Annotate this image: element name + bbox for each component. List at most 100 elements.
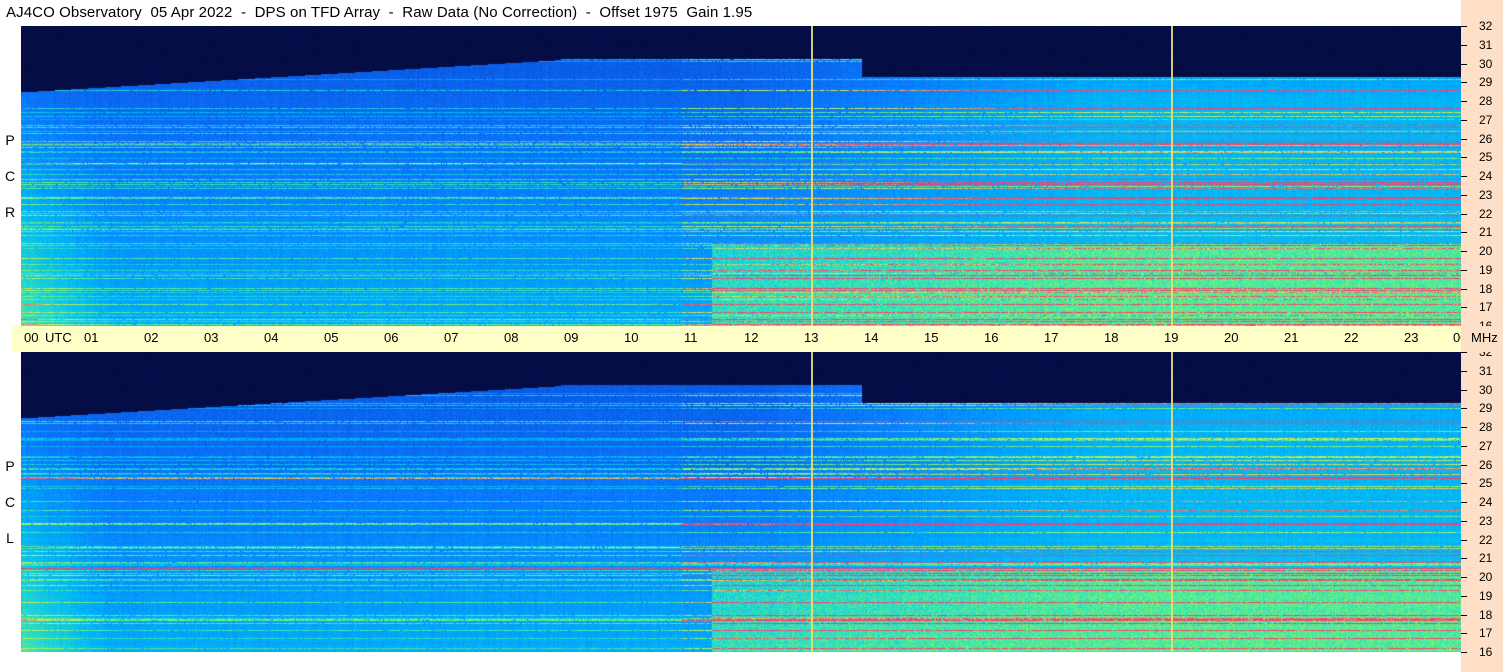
freq-tick-mark bbox=[1461, 427, 1467, 428]
lcp-side-label: P C L bbox=[0, 448, 20, 556]
freq-tick-label: 19 bbox=[1479, 588, 1493, 603]
freq-tick-mark bbox=[1461, 288, 1467, 290]
time-tick-label: 06 bbox=[384, 330, 399, 345]
lcp-spectrogram bbox=[21, 352, 1461, 652]
freq-tick-label: 22 bbox=[1479, 206, 1493, 221]
rcp-side-label: P C R bbox=[0, 122, 20, 230]
time-tick-label: 22 bbox=[1344, 330, 1359, 345]
freq-tick-label: 29 bbox=[1479, 75, 1493, 90]
time-tick-label: 07 bbox=[444, 330, 459, 345]
time-axis: 00 01 02 03 04 05 06 07 08 09 10 11 12 13 14 15 16 17 18 19… bbox=[12, 326, 1467, 352]
freq-tick-mark bbox=[1461, 26, 1467, 27]
freq-tick-mark bbox=[1461, 464, 1467, 466]
freq-tick-mark bbox=[1461, 558, 1467, 560]
rcp-letter-r: R bbox=[4, 204, 16, 220]
freq-tick-label: 25 bbox=[1479, 150, 1493, 165]
freq-tick-label: 30 bbox=[1479, 56, 1493, 71]
freq-tick-mark bbox=[1461, 63, 1467, 65]
time-tick-label: 12 bbox=[744, 330, 759, 345]
freq-tick-label: 26 bbox=[1479, 457, 1493, 472]
rcp-frequency-axis: 3231302928272625242322212019181716 bbox=[1461, 0, 1503, 332]
marker-line bbox=[1171, 26, 1174, 326]
freq-tick-mark bbox=[1461, 176, 1467, 177]
freq-tick-mark bbox=[1461, 157, 1467, 159]
freq-tick-label: 20 bbox=[1479, 570, 1493, 584]
freq-tick-mark bbox=[1461, 101, 1467, 102]
time-tick-label: 03 bbox=[204, 330, 219, 345]
freq-tick-label: 16 bbox=[1479, 645, 1493, 659]
freq-tick-label: 23 bbox=[1479, 513, 1493, 528]
time-tick-label: 13 bbox=[804, 330, 819, 345]
freq-tick-label: 30 bbox=[1479, 382, 1493, 397]
time-tick-label: 10 bbox=[624, 330, 639, 345]
freq-tick-label: 32 bbox=[1479, 19, 1493, 33]
freq-tick-mark bbox=[1461, 483, 1467, 485]
time-tick-label: 17 bbox=[1044, 330, 1059, 345]
rcp-spectrogram bbox=[21, 26, 1461, 326]
freq-tick-label: 18 bbox=[1479, 607, 1493, 622]
lcp-letter-l: L bbox=[6, 530, 14, 546]
freq-tick-mark bbox=[1461, 652, 1467, 653]
freq-tick-mark bbox=[1461, 595, 1467, 597]
time-tick-label: 20 bbox=[1224, 330, 1239, 345]
freq-tick-label: 20 bbox=[1479, 244, 1493, 258]
time-tick-label: 09 bbox=[564, 330, 579, 345]
rcp-letter-c: C bbox=[4, 168, 16, 184]
freq-tick-label: 21 bbox=[1479, 225, 1493, 240]
freq-tick-mark bbox=[1461, 520, 1467, 522]
freq-tick-label: 25 bbox=[1479, 476, 1493, 491]
freq-tick-mark bbox=[1461, 539, 1467, 541]
freq-tick-mark bbox=[1461, 269, 1467, 271]
freq-tick-label: 24 bbox=[1479, 495, 1493, 509]
freq-tick-mark bbox=[1461, 633, 1467, 635]
time-tick-label: 18 bbox=[1104, 330, 1119, 345]
time-tick-label: 16 bbox=[984, 330, 999, 345]
freq-tick-label: 17 bbox=[1479, 626, 1493, 641]
time-tick-label: 11 bbox=[684, 330, 698, 345]
freq-tick-label: 23 bbox=[1479, 187, 1493, 202]
freq-tick-label: 24 bbox=[1479, 169, 1493, 183]
time-tick-label: 02 bbox=[144, 330, 159, 345]
freq-tick-mark bbox=[1461, 119, 1467, 121]
freq-tick-mark bbox=[1461, 577, 1467, 578]
freq-tick-label: 18 bbox=[1479, 281, 1493, 296]
time-tick-label: 00 bbox=[24, 330, 39, 345]
utc-unit-label: UTC bbox=[45, 330, 72, 345]
time-tick-label: 21 bbox=[1284, 330, 1299, 345]
freq-tick-label: 28 bbox=[1479, 94, 1493, 108]
freq-tick-mark bbox=[1461, 307, 1467, 309]
freq-tick-label: 22 bbox=[1479, 532, 1493, 547]
lcp-frequency-axis: 32 31 30 29 28 27 26 25 24 23 22 21 20 19 18 17 16 bbox=[1461, 346, 1503, 672]
lcp-letter-p: P bbox=[5, 458, 15, 474]
freq-tick-mark bbox=[1461, 138, 1467, 140]
freq-tick-mark bbox=[1461, 44, 1467, 46]
time-tick-label: 15 bbox=[924, 330, 939, 345]
freq-tick-mark bbox=[1461, 370, 1467, 372]
freq-tick-label: 31 bbox=[1479, 363, 1493, 378]
freq-tick-label: 29 bbox=[1479, 401, 1493, 416]
time-tick-label: 01 bbox=[84, 330, 99, 345]
time-tick-label: 23 bbox=[1404, 330, 1419, 345]
marker-line bbox=[1171, 352, 1174, 652]
chart-title: AJ4CO Observatory 05 Apr 2022 - DPS on T… bbox=[6, 4, 753, 21]
time-tick-label: 08 bbox=[504, 330, 519, 345]
freq-tick-mark bbox=[1461, 251, 1467, 252]
freq-tick-mark bbox=[1461, 213, 1467, 215]
freq-tick-label: 31 bbox=[1479, 37, 1493, 52]
time-tick-label: 05 bbox=[324, 330, 339, 345]
freq-tick-label: 27 bbox=[1479, 112, 1493, 127]
marker-line bbox=[811, 26, 814, 326]
time-tick-label: 19 bbox=[1164, 330, 1179, 345]
time-tick-label: 14 bbox=[864, 330, 879, 345]
freq-tick-label: 19 bbox=[1479, 262, 1493, 277]
freq-tick-label: 27 bbox=[1479, 438, 1493, 453]
freq-tick-mark bbox=[1461, 502, 1467, 503]
freq-tick-label: 28 bbox=[1479, 420, 1493, 434]
freq-tick-mark bbox=[1461, 408, 1467, 410]
freq-tick-mark bbox=[1461, 389, 1467, 391]
marker-line bbox=[811, 352, 814, 652]
freq-tick-mark bbox=[1461, 194, 1467, 196]
freq-tick-mark bbox=[1461, 445, 1467, 447]
freq-tick-mark bbox=[1461, 352, 1467, 353]
lcp-letter-c: C bbox=[4, 494, 16, 510]
